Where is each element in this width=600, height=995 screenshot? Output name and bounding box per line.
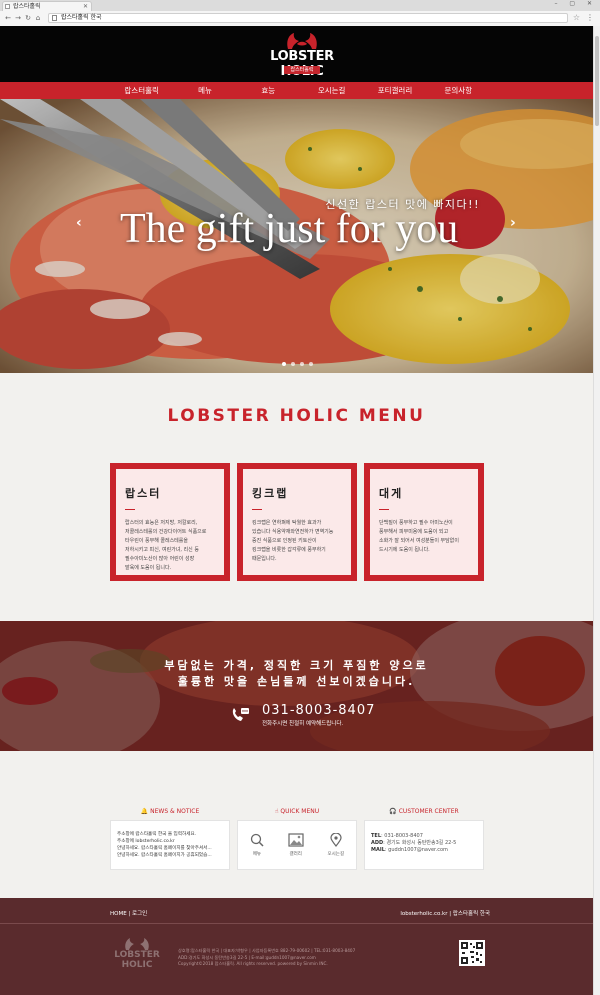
browser-chrome: 랍스타홀릭 ✕ – ▢ ✕ ← → ↻ ⌂ 랍스타홀릭 한국 ☆ ⋮ <box>0 0 600 26</box>
nav-item-lobsterholic[interactable]: 랍스터홀릭 <box>110 82 173 99</box>
lobster-claws-icon <box>287 33 317 49</box>
menu-card-title: 킹크랩 <box>252 487 289 500</box>
lobster-claws-icon <box>125 938 149 950</box>
footer-logo-text: LOBSTER HOLIC <box>114 950 160 970</box>
news-title: 🔔 NEWS & NOTICE <box>140 808 200 815</box>
logo-subtitle: 랍스터홀릭 <box>284 66 320 74</box>
footer-info-line: Copyright©2018 랍스타홀릭. All rights reserve… <box>178 961 328 966</box>
title-underline <box>379 509 389 510</box>
gallery-image-icon <box>288 833 304 847</box>
cs-address: ADD: 경기도 화성시 동탄반송3길 22-5 <box>371 840 457 846</box>
menu-card-desc-line: 킹크랩을 비롯한 갑각류에 풍부하기 <box>252 547 326 553</box>
menu-card-title: 대게 <box>379 487 404 500</box>
menu-card-desc-line: 단백질이 풍부하고 필수 아미노산이 <box>379 520 453 526</box>
tab-title: 랍스타홀릭 <box>13 3 41 10</box>
tab-strip: 랍스타홀릭 ✕ – ▢ ✕ <box>0 0 600 11</box>
promo-line-1: 부담없는 가격, 정직한 크기 푸짐한 양으로 <box>164 659 429 672</box>
nav-item-benefits[interactable]: 효능 <box>237 82 300 99</box>
menu-card-desc-line: 필수아미노산이 많아 어린이 성장 <box>125 556 195 562</box>
news-item[interactable]: 주소창에 lobsterholic.co.kr <box>111 838 229 845</box>
forward-icon[interactable]: → <box>14 14 22 23</box>
phone-icon <box>232 708 249 721</box>
customer-center-title: 🎧 CUSTOMER CENTER <box>389 808 459 815</box>
back-icon[interactable]: ← <box>4 14 12 23</box>
quick-menu-item[interactable]: 오시는길 <box>328 833 344 857</box>
site-logo[interactable]: LOBSTER HOLIC 랍스터홀릭 <box>258 32 346 79</box>
cs-tel[interactable]: TEL: 031-8003-8407 <box>365 833 483 840</box>
footer-company-info: 상호명:랍스타홀릭 한국 | 대표자:박형우 | 사업자등록번호 882-79-… <box>178 948 378 968</box>
menu-card-desc-line: 있습니다 식용약재와연전하가 면역기능 <box>252 529 334 535</box>
footer-logo: LOBSTER HOLIC <box>108 936 166 970</box>
hero-prev-arrow[interactable]: ‹ <box>76 215 82 231</box>
title-underline <box>252 509 262 510</box>
menu-card-lobster[interactable]: 랍스터 랍스터의 효능은 저지방, 저칼로리, 저콜레스테롤의 건강다이어트 식… <box>110 463 230 581</box>
menu-card-kingcrab[interactable]: 킹크랩 킹크랩은 연하펴에 탁월한 효과가 있습니다 식용약재와연전하가 면역기… <box>237 463 357 581</box>
phone-note: 전화주시면 친절히 예약해드립니다. <box>262 721 344 727</box>
address-bar[interactable]: 랍스타홀릭 한국 <box>48 13 568 23</box>
slider-dot[interactable] <box>309 362 313 366</box>
qr-code <box>459 940 485 966</box>
bookmark-star-icon[interactable]: ☆ <box>573 13 580 22</box>
slider-dot[interactable] <box>300 362 304 366</box>
scrollbar-thumb[interactable] <box>595 36 599 126</box>
news-item[interactable]: 안녕하세요. 랍스타홀릭 홈페이지를 찾아주셔서... <box>111 845 229 852</box>
quick-menu-box: 메뉴 갤러리 오시는길 <box>237 820 357 870</box>
news-box: 주소창에 랍스타홀릭 한국 을 입력하세요. 주소창에 lobsterholic… <box>110 820 230 870</box>
footer-divider <box>0 923 593 924</box>
hero-title: The gift just for you <box>120 206 459 252</box>
menu-card-desc-line: 풍부해서 피부미용에 도움이 되고 <box>379 529 449 535</box>
promo-line-2: 훌륭한 맛을 손님들께 선보이겠습니다. <box>177 675 416 688</box>
slider-pagination <box>282 362 313 366</box>
menu-card-desc-line: 드시기에 도움이 됩니다. <box>379 547 430 553</box>
browser-menu-icon[interactable]: ⋮ <box>586 13 594 22</box>
cs-mail[interactable]: MAIL: guddn1007@naver.com <box>365 847 483 854</box>
footer-right-links[interactable]: lobsterholic.co.kr | 랍스타홀릭 한국 <box>400 909 490 917</box>
menu-card-desc-line: 킹크랩은 연하펴에 탁월한 효과가 <box>252 520 322 526</box>
nav-item-inquiry[interactable]: 문의사항 <box>427 82 490 99</box>
address-text: 랍스타홀릭 한국 <box>61 14 102 21</box>
hero-next-arrow[interactable]: › <box>510 215 516 231</box>
site-footer <box>0 898 593 995</box>
window-controls[interactable]: – ▢ ✕ <box>554 0 597 7</box>
logo-text: LOBSTER HOLIC <box>270 49 334 79</box>
close-tab-icon[interactable]: ✕ <box>83 2 88 11</box>
menu-card-desc-line: 저콜레스테롤의 건강다이어트 식품으로 <box>125 529 207 535</box>
nav-item-menu[interactable]: 메뉴 <box>173 82 236 99</box>
menu-card-desc-line: 발육에 도움이 됩니다. <box>125 565 172 571</box>
title-underline <box>125 509 135 510</box>
page-scrollbar[interactable] <box>593 26 600 995</box>
menu-card-desc-line: 저하시키고 피신, 여린가녀, 리신 등 <box>125 547 199 553</box>
slider-dot[interactable] <box>291 362 295 366</box>
page-icon <box>5 4 10 9</box>
nav-item-directions[interactable]: 오시는길 <box>300 82 363 99</box>
customer-center-box: TEL: 031-8003-8407 ADD: 경기도 화성시 동탄반송3길 2… <box>364 820 484 870</box>
quick-menu-item[interactable]: 메뉴 <box>250 833 264 857</box>
slider-dot[interactable] <box>282 362 286 366</box>
home-icon[interactable]: ⌂ <box>34 14 42 23</box>
footer-left-links[interactable]: HOME | 로그인 <box>110 909 147 917</box>
quick-menu-title: ☝ QUICK MENU <box>274 808 320 815</box>
nav-item-gallery[interactable]: 포티갤러리 <box>363 82 426 99</box>
menu-card-desc-line: 랍스터의 효능은 저지방, 저칼로리, <box>125 520 198 526</box>
page-info-icon[interactable] <box>52 15 57 21</box>
browser-tab[interactable]: 랍스타홀릭 ✕ <box>2 1 92 11</box>
news-item[interactable]: 주소창에 랍스타홀릭 한국 을 입력하세요. <box>111 831 229 838</box>
menu-card-desc-line: 때문입니다. <box>252 556 277 562</box>
menu-card-desc-line: 소화가 잘 되어서 여성분들이 부담없이 <box>379 538 459 544</box>
menu-section-title: LOBSTER HOLIC MENU <box>167 406 426 426</box>
menu-card-desc-line: 증진 식품으로 인정된 키토산이 <box>252 538 317 544</box>
menu-card-title: 랍스터 <box>125 487 162 500</box>
footer-info-line: 상호명:랍스타홀릭 한국 | 대표자:박형우 | 사업자등록번호 882-79-… <box>178 948 356 953</box>
phone-number[interactable]: 031-8003-8407 <box>262 703 375 718</box>
menu-card-snowcrab[interactable]: 대게 단백질이 풍부하고 필수 아미노산이 풍부해서 피부미용에 도움이 되고 … <box>364 463 484 581</box>
main-nav: 랍스터홀릭 메뉴 효능 오시는길 포티갤러리 문의사항 <box>0 82 600 99</box>
menu-card-desc-line: 타우린이 풍부해 콜레스테롤을 <box>125 538 188 544</box>
search-icon <box>250 833 264 847</box>
browser-toolbar: ← → ↻ ⌂ 랍스타홀릭 한국 ☆ ⋮ <box>0 11 600 26</box>
map-pin-icon <box>330 833 342 847</box>
reload-icon[interactable]: ↻ <box>24 14 32 23</box>
quick-menu-item[interactable]: 갤러리 <box>288 833 304 857</box>
news-item[interactable]: 안녕하세요. 랍스타홀릭 홈페이지가 공휴되었습... <box>111 852 229 859</box>
